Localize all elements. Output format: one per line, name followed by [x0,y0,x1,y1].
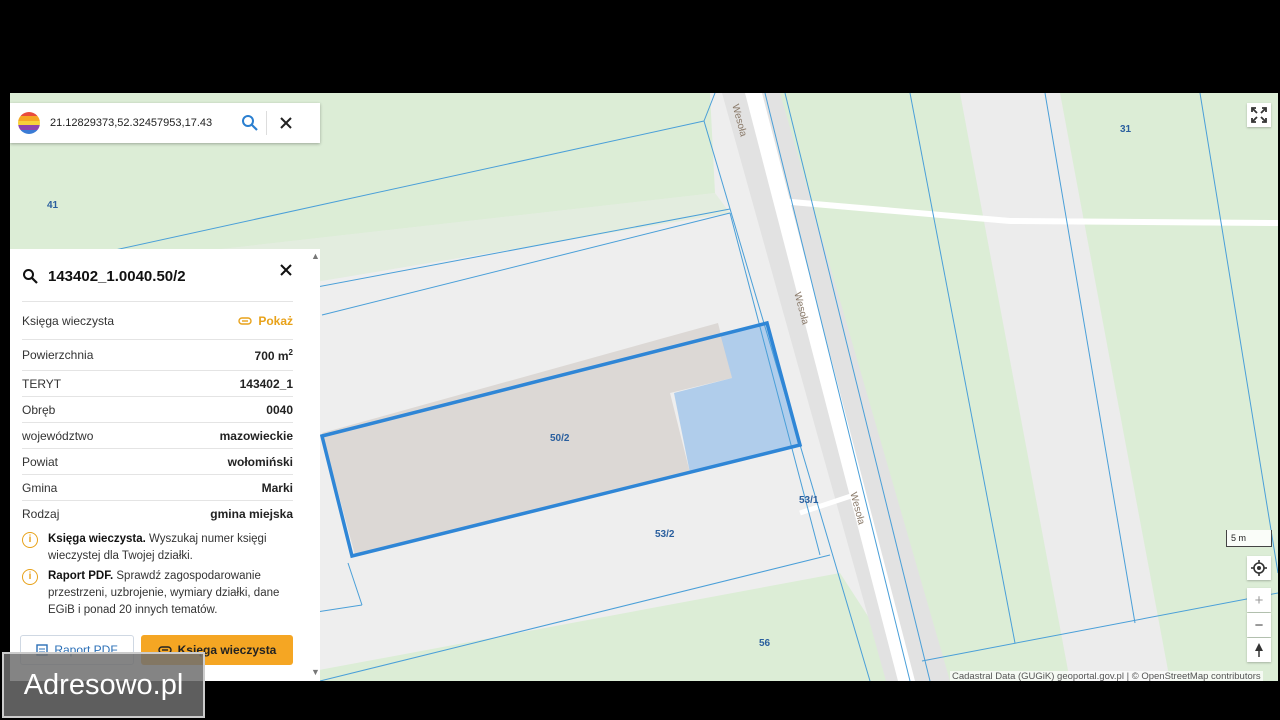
parcel-info-panel: 143402_1.0040.50/2 Księga wieczysta Poka… [10,249,320,681]
close-icon [280,117,292,129]
search-icon [23,269,38,284]
note-ksiega: i Księga wieczysta. Wyszukaj numer księg… [22,531,297,565]
prop-label: Księga wieczysta [22,313,115,328]
adresowo-logo-icon [18,112,40,134]
search-input[interactable] [50,117,230,129]
map-viewport[interactable]: 41 31 50/2 53/1 53/2 56 Wesoła Wesoła We… [10,93,1278,681]
close-panel-button[interactable] [275,259,297,281]
prop-label: Powiat [22,454,59,469]
prop-label: TERYT [22,376,62,391]
locate-icon [1251,560,1267,576]
parcel-label-50-2: 50/2 [550,433,570,444]
prop-row-powiat: Powiat wołomiński [22,448,293,474]
prop-value: gmina miejska [210,506,293,521]
info-icon: i [22,569,38,585]
parcel-label-41: 41 [47,200,59,211]
note-title: Księga wieczysta. [48,533,146,545]
prop-value: wołomiński [227,454,293,469]
prop-row-area: Powierzchnia 700 m2 [22,339,293,370]
parcel-label-56: 56 [759,638,771,649]
prop-row-teryt: TERYT 143402_1 [22,370,293,396]
prop-value: mazowieckie [219,428,293,443]
info-icon: i [22,532,38,548]
zoom-in-button[interactable]: + [1247,588,1271,612]
prop-label: Obręb [22,402,56,417]
scroll-up-icon[interactable]: ▲ [311,251,320,261]
north-button[interactable] [1247,638,1271,662]
prop-label: Rodzaj [22,506,60,521]
scale-bar: 5 m [1226,530,1272,547]
prop-row-ksiega: Księga wieczysta Pokaż [22,301,293,339]
fullscreen-button[interactable] [1247,103,1271,127]
area-value: 700 m [254,348,289,363]
panel-scrollbar[interactable]: ▲ ▼ [310,249,320,681]
search-bar [10,103,320,143]
zoom-out-button[interactable]: − [1247,613,1271,637]
close-icon [280,264,292,276]
prop-value: 700 m2 [255,348,293,363]
prop-row-wojewodztwo: województwo mazowieckie [22,422,293,448]
parcel-properties: Księga wieczysta Pokaż Powierzchnia 700 … [22,301,293,526]
north-arrow-icon [1255,643,1263,657]
parcel-label-53-1: 53/1 [799,495,819,506]
prop-label: Gmina [22,480,58,495]
prop-label: województwo [22,428,94,443]
prop-value: 143402_1 [239,376,293,391]
show-kw-label: Pokaż [258,313,293,328]
divider [266,111,267,135]
prop-row-rodzaj: Rodzaj gmina miejska [22,500,293,526]
clear-search-button[interactable] [271,108,301,138]
scroll-down-icon[interactable]: ▼ [311,667,320,677]
prop-row-gmina: Gmina Marki [22,474,293,500]
prop-label: Powierzchnia [22,348,94,362]
show-kw-link[interactable]: Pokaż [238,314,293,328]
map-attribution: Cadastral Data (GUGiK) geoportal.gov.pl … [950,671,1263,681]
prop-value: Marki [261,480,293,495]
adresowo-watermark: Adresowo.pl [2,652,205,718]
note-raport: i Raport PDF. Sprawdź zagospodarowanie p… [22,568,297,619]
link-icon [238,316,253,325]
prop-row-obreb: Obręb 0040 [22,396,293,422]
search-button[interactable] [236,109,264,137]
note-title: Raport PDF. [48,570,114,582]
locate-button[interactable] [1247,556,1271,580]
fullscreen-icon [1251,107,1267,123]
parcel-label-31: 31 [1120,124,1132,135]
parcel-label-53-2: 53/2 [655,529,675,540]
parcel-id-title: 143402_1.0040.50/2 [48,267,186,285]
prop-value: 0040 [266,402,293,417]
search-icon [242,115,258,131]
area-unit-exponent: 2 [288,347,293,357]
